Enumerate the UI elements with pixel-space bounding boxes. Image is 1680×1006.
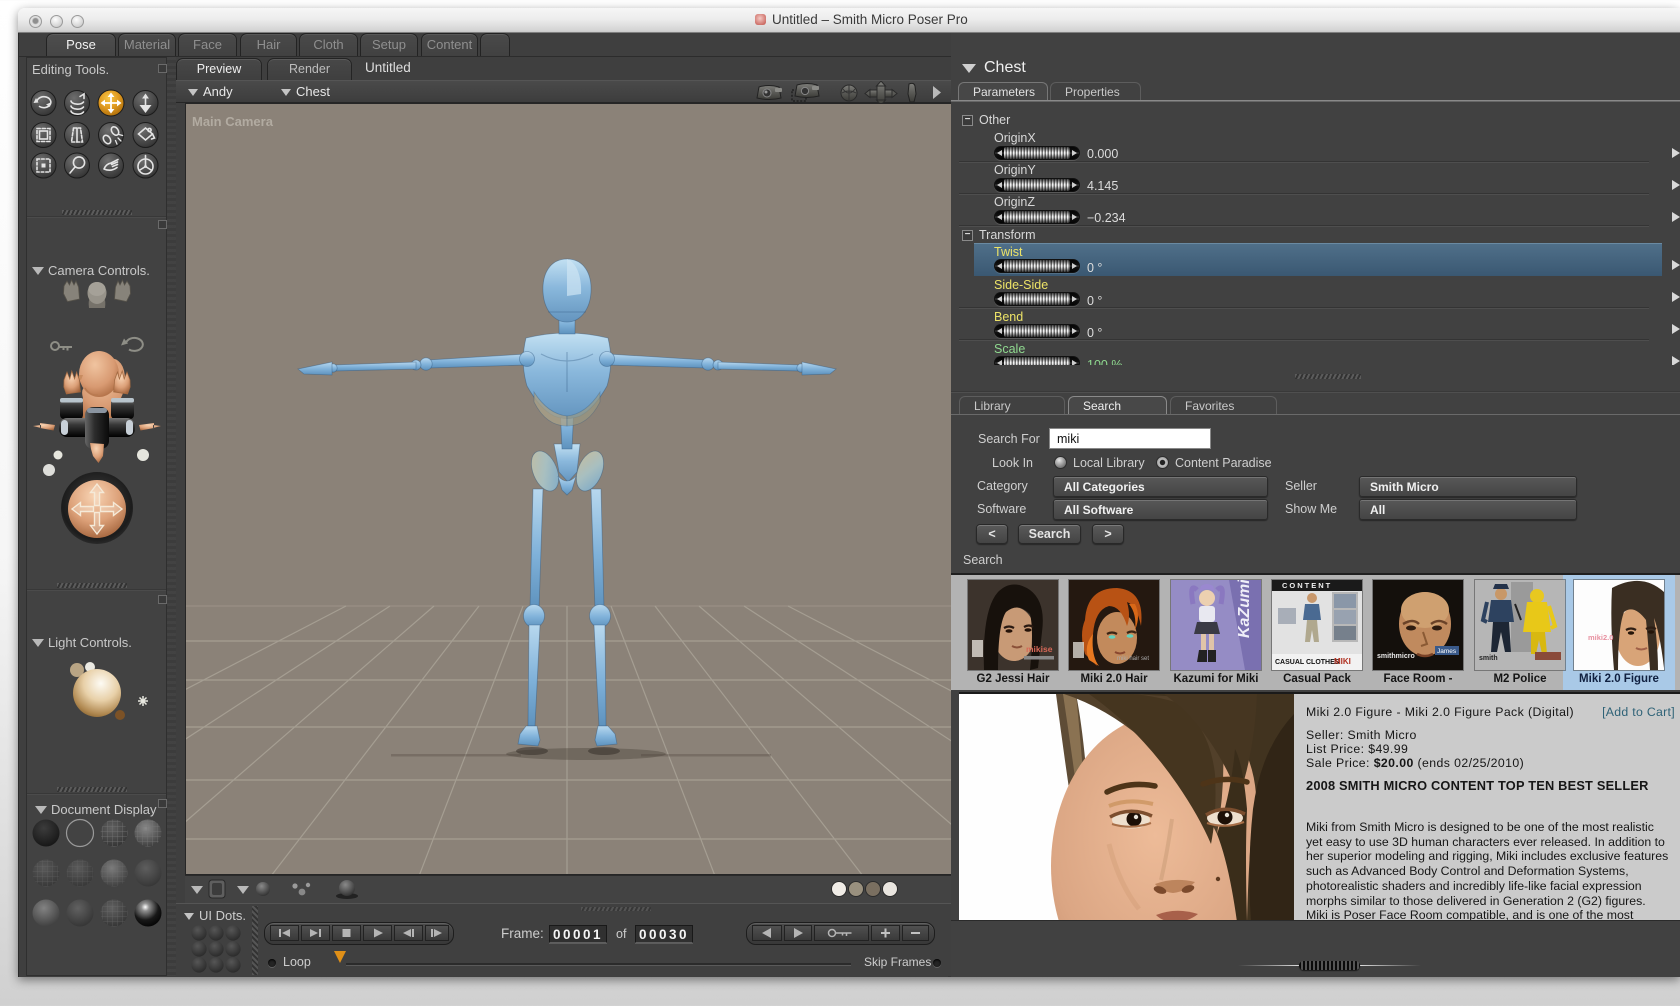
svg-text:MIKI: MIKI [1334,657,1351,666]
svg-text:smith: smith [1479,655,1498,662]
svg-text:miki hair set: miki hair set [1117,656,1149,662]
svg-text:CASUAL CLOTHES: CASUAL CLOTHES [1275,659,1340,666]
svg-text:KaZumi: KaZumi [1236,580,1253,638]
svg-text:miki2.0: miki2.0 [1588,633,1613,642]
svg-text:smithmicro: smithmicro [1377,653,1415,660]
svg-text:mikise: mikise [1026,644,1053,654]
svg-text:James: James [1437,648,1457,655]
svg-text:CONTENT: CONTENT [1282,581,1332,590]
